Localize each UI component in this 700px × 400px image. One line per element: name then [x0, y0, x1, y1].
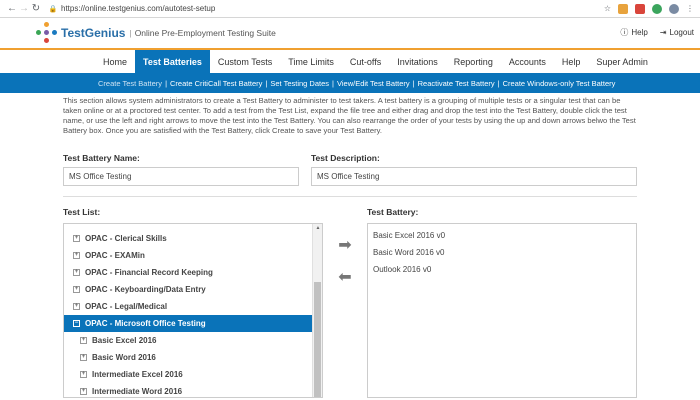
subnav-set-testing-dates[interactable]: Set Testing Dates — [267, 79, 332, 88]
battery-name-field-group: Test Battery Name: MS Office Testing — [63, 153, 299, 186]
tree-child-item[interactable]: + Basic Word 2016 — [64, 349, 322, 366]
tree-item[interactable]: + OPAC - Legal/Medical — [64, 298, 322, 315]
tree-child-item[interactable]: + Intermediate Excel 2016 — [64, 366, 322, 383]
description-input[interactable]: MS Office Testing — [311, 167, 637, 186]
nav-super-admin[interactable]: Super Admin — [588, 50, 656, 73]
arrow-left-icon[interactable]: ⬅ — [338, 267, 351, 287]
nav-invitations[interactable]: Invitations — [389, 50, 446, 73]
tree-child-item[interactable]: + Basic Excel 2016 — [64, 332, 322, 349]
test-list-tree[interactable]: + OPAC - Clerical Skills + OPAC - EXAMin +… — [63, 223, 323, 398]
extension-icon[interactable] — [652, 3, 662, 14]
extension-icon[interactable] — [635, 3, 645, 14]
subnav-create-criticall[interactable]: Create CritiCall Test Battery — [167, 79, 265, 88]
profile-icon[interactable] — [669, 3, 679, 14]
test-list-panel: Test List: + OPAC - Clerical Skills + OPAC… — [63, 207, 323, 398]
expand-icon[interactable]: + — [73, 303, 80, 310]
move-controls: ➡ ⬅ — [323, 207, 367, 398]
expand-icon[interactable]: + — [80, 388, 87, 395]
subnav-view-edit[interactable]: View/Edit Test Battery — [334, 79, 413, 88]
battery-list[interactable]: Basic Excel 2016 v0 Basic Word 2016 v0 O… — [367, 223, 637, 398]
test-list-label: Test List: — [63, 207, 101, 217]
tree-item[interactable]: + OPAC - EXAMin — [64, 247, 322, 264]
browser-toolbar: ← → ↻ 🔒 https://online.testgenius.com/au… — [0, 0, 700, 18]
main-content: This section allows system administrator… — [0, 93, 700, 398]
subnav-create-test-battery[interactable]: Create Test Battery — [95, 79, 165, 88]
battery-panel: Test Battery: Basic Excel 2016 v0 Basic … — [367, 207, 637, 398]
battery-item[interactable]: Outlook 2016 v0 — [373, 265, 631, 282]
battery-name-input[interactable]: MS Office Testing — [63, 167, 299, 186]
tree-item[interactable]: + OPAC - Financial Record Keeping — [64, 264, 322, 281]
divider — [63, 196, 637, 197]
nav-home[interactable]: Home — [95, 50, 135, 73]
battery-item[interactable]: Basic Word 2016 v0 — [373, 248, 631, 265]
tree-item[interactable]: + OPAC - Clerical Skills — [64, 230, 322, 247]
logo-icon — [36, 22, 58, 44]
address-bar[interactable]: https://online.testgenius.com/autotest-s… — [61, 4, 215, 13]
app-header: TestGenius | Online Pre-Employment Testin… — [0, 18, 700, 48]
scroll-up-icon[interactable]: ▲ — [313, 225, 322, 233]
tree-child-item[interactable]: + Intermediate Word 2016 — [64, 383, 322, 397]
main-nav: Home Test Batteries Custom Tests Time Li… — [0, 48, 700, 73]
nav-test-batteries[interactable]: Test Batteries — [135, 50, 210, 73]
expand-icon[interactable]: + — [80, 337, 87, 344]
nav-custom-tests[interactable]: Custom Tests — [210, 50, 280, 73]
expand-icon[interactable]: + — [73, 235, 80, 242]
brand-name[interactable]: TestGenius — [61, 26, 125, 40]
tree-item[interactable]: + OPAC - Keyboarding/Data Entry — [64, 281, 322, 298]
description-label: Test Description: — [311, 153, 380, 163]
expand-icon[interactable]: + — [80, 354, 87, 361]
expand-icon[interactable]: + — [73, 252, 80, 259]
reload-icon[interactable]: ↻ — [30, 3, 42, 14]
nav-time-limits[interactable]: Time Limits — [280, 50, 342, 73]
battery-name-label: Test Battery Name: — [63, 153, 140, 163]
expand-icon[interactable]: + — [80, 371, 87, 378]
nav-reporting[interactable]: Reporting — [446, 50, 501, 73]
sub-nav: Create Test Battery | Create CritiCall Te… — [0, 73, 700, 93]
help-icon: ⓘ — [620, 28, 629, 37]
battery-label: Test Battery: — [367, 207, 419, 217]
help-link[interactable]: ⓘ Help — [620, 27, 647, 38]
tree-item-selected[interactable]: − OPAC - Microsoft Office Testing — [64, 315, 322, 332]
scrollbar-thumb[interactable] — [314, 282, 321, 397]
logout-link[interactable]: ⇥ Logout — [660, 27, 694, 38]
scrollbar[interactable]: ▲ — [312, 224, 322, 397]
intro-text: This section allows system administrator… — [63, 96, 636, 135]
extension-icon[interactable] — [618, 3, 628, 14]
nav-accounts[interactable]: Accounts — [501, 50, 554, 73]
lock-icon: 🔒 — [48, 5, 58, 13]
collapse-icon[interactable]: − — [73, 320, 80, 327]
menu-icon[interactable]: ⋮ — [686, 4, 694, 13]
forward-icon[interactable]: → — [18, 3, 30, 14]
expand-icon[interactable]: + — [73, 269, 80, 276]
subnav-windows-only[interactable]: Create Windows-only Test Battery — [500, 79, 619, 88]
logout-icon: ⇥ — [659, 28, 667, 37]
star-icon[interactable]: ☆ — [604, 4, 611, 13]
arrow-right-icon[interactable]: ➡ — [338, 235, 351, 255]
subnav-reactivate[interactable]: Reactivate Test Battery — [415, 79, 498, 88]
battery-item[interactable]: Basic Excel 2016 v0 — [373, 231, 631, 248]
nav-help[interactable]: Help — [554, 50, 589, 73]
expand-icon[interactable]: + — [73, 286, 80, 293]
description-field-group: Test Description: MS Office Testing — [311, 153, 637, 186]
back-icon[interactable]: ← — [6, 3, 18, 14]
nav-cut-offs[interactable]: Cut-offs — [342, 50, 389, 73]
tagline: | Online Pre-Employment Testing Suite — [129, 28, 276, 38]
